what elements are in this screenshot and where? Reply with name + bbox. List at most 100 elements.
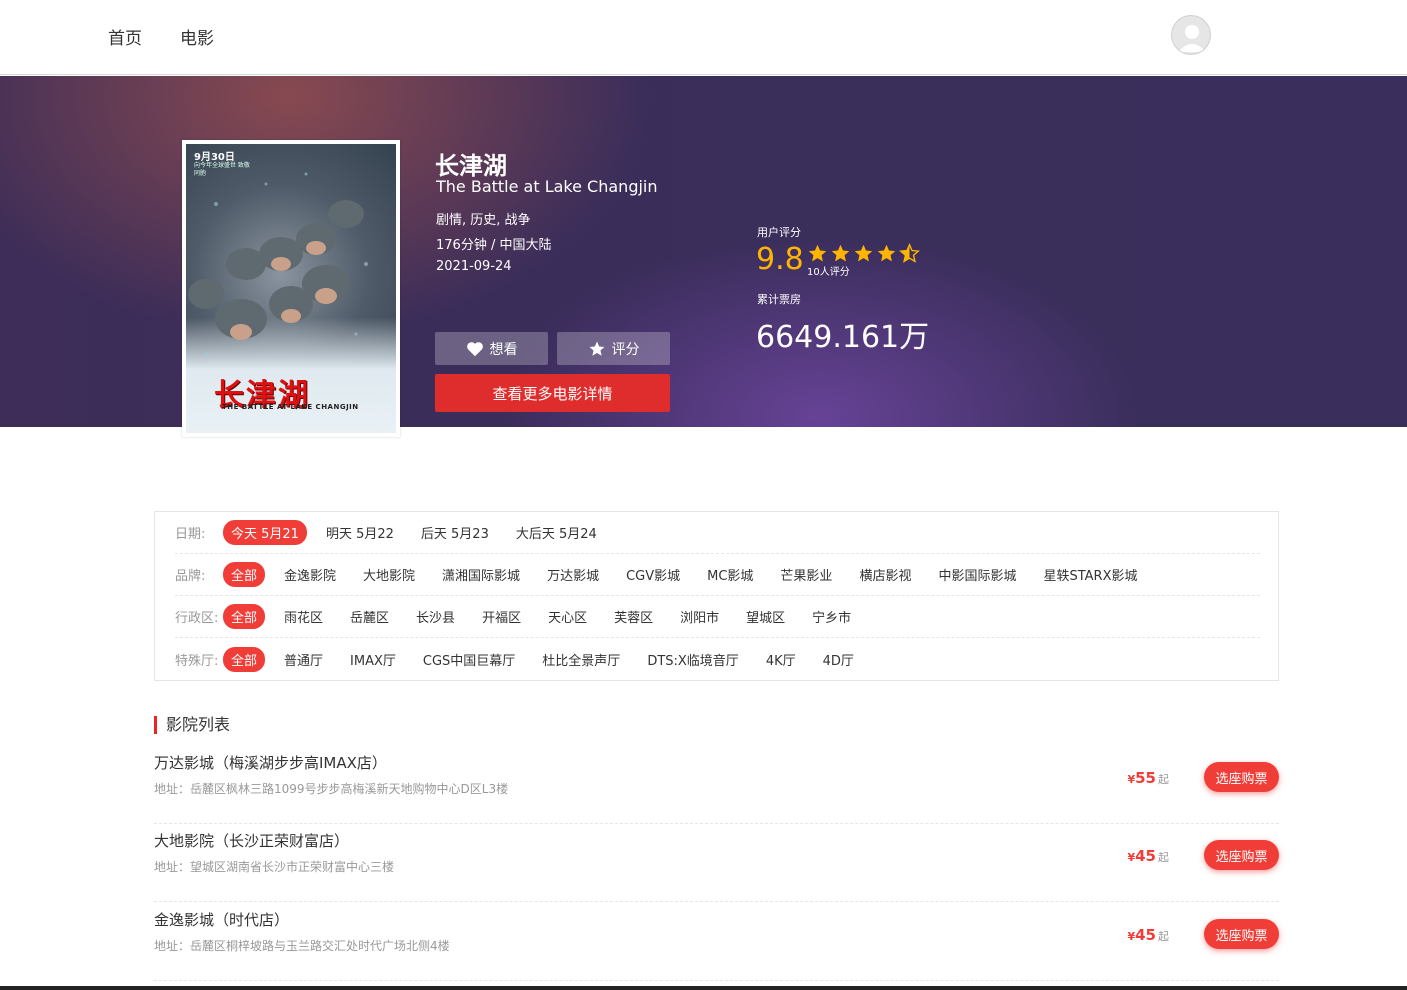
filter-hall-label: 特殊厅: [175,653,219,669]
filter-hall-options: 全部 普通厅 IMAX厅 CGS中国巨幕厅 杜比全景声厅 DTS:X临境音厅 4K厅 4D厅 [223,646,873,672]
filter-hall-option[interactable]: IMAX厅 [342,647,404,672]
filter-date-label: 日期: [175,527,206,542]
filter-brand-option[interactable]: CGV影城 [618,562,688,587]
filter-district-option[interactable]: 开福区 [474,604,529,629]
cinema-name[interactable]: 大地影院（长沙正荣财富店） [154,830,349,851]
star-icon [589,341,604,356]
filter-brand-option[interactable]: 星轶STARX影城 [1035,562,1145,587]
filter-hall-option[interactable]: 4K厅 [758,647,804,672]
filter-district-option[interactable]: 全部 [223,604,266,629]
bottom-edge-bar [0,986,1407,990]
user-rating-score: 9.8 [756,242,804,277]
cinema-list-title: 影院列表 [154,716,230,734]
movie-duration-region: 176分钟 / 中国大陆 [436,238,552,253]
price-currency-symbol: ¥ [1127,930,1136,943]
user-avatar[interactable] [1171,15,1211,55]
select-seat-buy-button[interactable]: 选座购票 [1204,762,1279,792]
filter-brand-option[interactable]: 潇湘国际影城 [434,562,528,587]
filter-date-option[interactable]: 今天 5月21 [223,520,307,545]
movie-poster: 9月30日 向今年全球盛世 致敬同胞 长津湖 THE BATTLE AT LAK… [182,140,400,437]
filter-brand-label: 品牌: [175,569,206,584]
heart-icon [466,341,483,356]
filter-brand-option[interactable]: 金逸影院 [276,562,344,587]
more-details-button[interactable]: 查看更多电影详情 [435,374,670,412]
filter-district-options: 全部 雨花区 岳麓区 长沙县 开福区 天心区 芙蓉区 浏阳市 望城区 宁乡市 [223,604,870,629]
price-currency-symbol: ¥ [1127,773,1136,786]
cinema-price: ¥45 起 [1127,926,1169,944]
filter-brand-option[interactable]: 芒果影业 [772,562,840,587]
filter-district-option[interactable]: 天心区 [540,604,595,629]
cinema-item: 金逸影城（时代店） 地址：岳麓区桐梓坡路与玉兰路交汇处时代广场北侧4楼 ¥45 起 选座… [154,902,1279,981]
cinema-name[interactable]: 万达影城（梅溪湖步步高IMAX店） [154,752,387,773]
price-value: 45 [1135,926,1156,944]
box-office-value: 6649.161万 [756,320,930,355]
filter-hall-option[interactable]: 全部 [223,646,266,672]
filter-brand-option[interactable]: 全部 [223,562,266,587]
filter-row-date: 日期: 今天 5月21 明天 5月22 后天 5月23 大后天 5月24 [175,512,1260,554]
filter-brand-option[interactable]: 中影国际影城 [930,562,1024,587]
filter-hall-option[interactable]: 4D厅 [815,647,862,672]
movie-genres: 剧情, 历史, 战争 [436,213,531,228]
want-to-watch-label: 想看 [489,341,518,358]
filter-brand-option[interactable]: 大地影院 [355,562,423,587]
price-from-suffix: 起 [1158,773,1169,786]
user-icon [1178,25,1206,52]
price-value: 45 [1135,847,1156,865]
nav-movies-link[interactable]: 电影 [180,24,214,49]
filter-brand-option[interactable]: 横店影视 [851,562,919,587]
filter-district-option[interactable]: 浏阳市 [672,604,727,629]
price-value: 55 [1135,769,1156,787]
filter-hall-option[interactable]: 杜比全景声厅 [534,647,628,672]
rating-count: 10人评分 [807,267,850,278]
nav-home-link[interactable]: 首页 [108,24,142,49]
select-seat-buy-button[interactable]: 选座购票 [1204,919,1279,949]
filter-brand-option[interactable]: MC影城 [699,562,761,587]
filter-district-option[interactable]: 宁乡市 [804,604,859,629]
filter-brand-option[interactable]: 万达影城 [539,562,607,587]
filter-hall-option[interactable]: CGS中国巨幕厅 [415,647,523,672]
top-navbar: 首页 电影 [0,0,1407,75]
filter-district-label: 行政区: [175,611,219,626]
rate-button[interactable]: 评分 [557,332,670,365]
main-nav: 首页 电影 [108,24,214,49]
filter-district-option[interactable]: 长沙县 [408,604,463,629]
filter-date-option[interactable]: 后天 5月23 [413,520,497,545]
filter-date-option[interactable]: 大后天 5月24 [508,520,605,545]
filter-panel: 日期: 今天 5月21 明天 5月22 后天 5月23 大后天 5月24 品牌: 全部… [154,511,1279,681]
cinema-address: 地址：岳麓区桐梓坡路与玉兰路交汇处时代广场北侧4楼 [154,939,450,953]
filter-row-hall: 特殊厅: 全部 普通厅 IMAX厅 CGS中国巨幕厅 杜比全景声厅 DTS:X临境音厅 4K… [175,638,1260,680]
poster-image: 9月30日 向今年全球盛世 致敬同胞 长津湖 THE BATTLE AT LAK… [186,144,396,433]
filter-district-option[interactable]: 雨花区 [276,604,331,629]
cinema-price: ¥45 起 [1127,847,1169,865]
cinema-address: 地址：岳麓区枫林三路1099号步步高梅溪新天地购物中心D区L3楼 [154,782,509,796]
poster-date-text: 9月30日 [194,152,235,163]
cinema-name[interactable]: 金逸影城（时代店） [154,909,289,930]
movie-english-title: The Battle at Lake Changjin [436,177,658,196]
poster-title-en-text: THE BATTLE AT LAKE CHANGJIN [222,403,359,411]
price-from-suffix: 起 [1158,930,1169,943]
rating-stars [807,243,920,264]
movie-title: 长津湖 [435,152,507,180]
box-office-label: 累计票房 [757,293,801,306]
price-currency-symbol: ¥ [1127,851,1136,864]
filter-row-brand: 品牌: 全部 金逸影院 大地影院 潇湘国际影城 万达影城 CGV影城 MC影城 芒果影业 横店影… [175,554,1260,596]
cinema-item: 大地影院（长沙正荣财富店） 地址：望城区湖南省长沙市正荣财富中心三楼 ¥45 起 选座购… [154,823,1279,902]
select-seat-buy-button[interactable]: 选座购票 [1204,840,1279,870]
price-from-suffix: 起 [1158,851,1169,864]
filter-district-option[interactable]: 望城区 [738,604,793,629]
filter-date-option[interactable]: 明天 5月22 [318,520,402,545]
filter-date-options: 今天 5月21 明天 5月22 后天 5月23 大后天 5月24 [223,520,616,545]
filter-hall-option[interactable]: 普通厅 [276,647,331,672]
filter-district-option[interactable]: 芙蓉区 [606,604,661,629]
star-full-icon [854,244,873,262]
poster-subtitle-text: 向今年全球盛世 致敬同胞 [194,162,250,177]
star-half-icon [899,243,920,263]
movie-release-date: 2021-09-24 [436,259,512,274]
star-full-icon [808,244,827,262]
filter-hall-option[interactable]: DTS:X临境音厅 [639,647,747,672]
filter-district-option[interactable]: 岳麓区 [342,604,397,629]
cinema-price: ¥55 起 [1127,769,1169,787]
want-to-watch-button[interactable]: 想看 [435,332,548,365]
star-full-icon [831,244,850,262]
cinema-item: 万达影城（梅溪湖步步高IMAX店） 地址：岳麓区枫林三路1099号步步高梅溪新天地… [154,745,1279,824]
